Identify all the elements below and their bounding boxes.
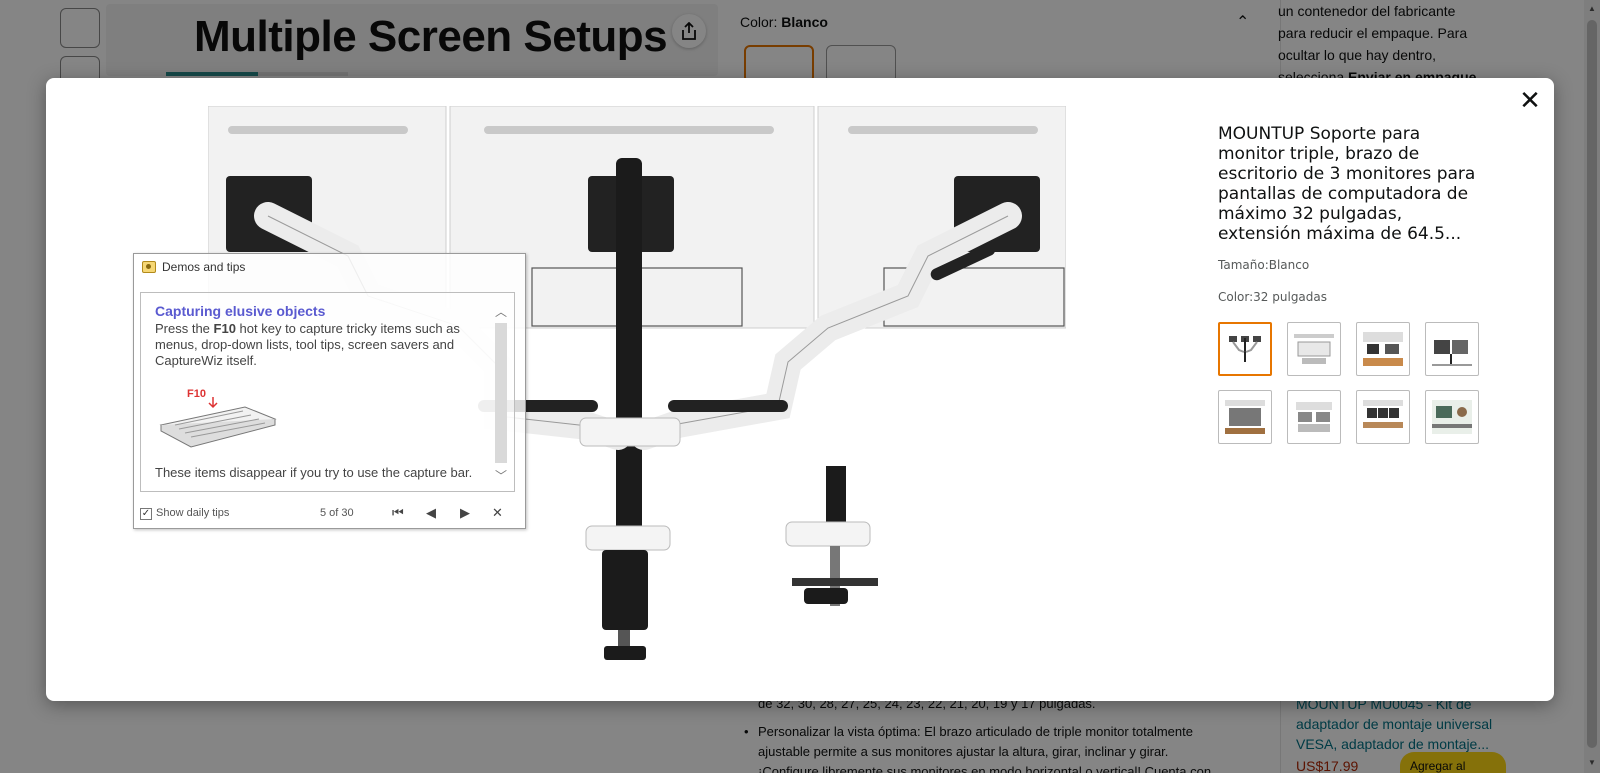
size-value: Blanco <box>1268 258 1310 272</box>
tips-titlebar[interactable]: Demos and tips <box>134 254 525 280</box>
chevron-down-icon[interactable]: ﹀ <box>495 467 507 484</box>
close-icon[interactable]: ✕ <box>492 505 503 521</box>
thumbnail-desk-scene[interactable] <box>1425 322 1479 376</box>
size-label: Tamaño: <box>1218 258 1269 272</box>
camera-icon <box>142 261 156 273</box>
tips-bottom-bar: ✓ Show daily tips 5 of 30 ⏮ ◀ ▶ ✕ <box>140 504 515 524</box>
tips-content: Capturing elusive objects Press the F10 … <box>140 292 515 492</box>
first-tip-icon[interactable]: ⏮ <box>392 505 404 521</box>
size-line: Tamaño:Blanco <box>1218 258 1488 272</box>
keyboard-icon: F10 <box>159 388 277 448</box>
arm-diagram-icon <box>1229 336 1261 362</box>
tip-counter: 5 of 30 <box>320 507 354 519</box>
thumbnail-usage-scene[interactable] <box>1356 322 1410 376</box>
desk-scene-icon <box>1432 340 1472 366</box>
tip-text-before: Press the <box>155 321 214 336</box>
office-scene-icon <box>1363 400 1403 428</box>
size-chart-icon <box>1294 334 1334 364</box>
tip-footer: These items disappear if you try to use … <box>155 465 473 480</box>
keyboard-key-label: F10 <box>187 388 206 400</box>
show-daily-label: Show daily tips <box>156 507 230 519</box>
install-1-icon <box>1225 400 1265 434</box>
thumbnail-workspace-scene[interactable] <box>1425 390 1479 444</box>
install-2-icon <box>1296 402 1332 432</box>
scroll-track[interactable] <box>495 323 507 463</box>
product-info-panel: MOUNTUP Soporte para monitor triple, bra… <box>1218 124 1488 444</box>
tips-title: Demos and tips <box>162 260 246 274</box>
thumbnail-office-scene[interactable] <box>1356 390 1410 444</box>
thumbnail-install-2[interactable] <box>1287 390 1341 444</box>
product-title: MOUNTUP Soporte para monitor triple, bra… <box>1218 124 1476 244</box>
thumbnail-install-1[interactable] <box>1218 390 1272 444</box>
show-daily-checkbox[interactable]: ✓ <box>140 508 152 520</box>
thumbnail-arm-diagram[interactable] <box>1218 322 1272 376</box>
thumbnail-grid <box>1218 322 1488 444</box>
next-tip-icon[interactable]: ▶ <box>460 505 470 521</box>
tip-text: Press the F10 hot key to capture tricky … <box>155 321 473 369</box>
close-button[interactable]: ✕ <box>1516 86 1544 114</box>
color-line: Color:32 pulgadas <box>1218 290 1488 304</box>
previous-tip-icon[interactable]: ◀ <box>426 505 436 521</box>
tip-heading: Capturing elusive objects <box>155 303 326 319</box>
tips-scrollbar[interactable]: ︿ ﹀ <box>493 301 511 487</box>
workspace-scene-icon <box>1432 400 1472 434</box>
color-label: Color: <box>1218 290 1254 304</box>
usage-scene-icon <box>1363 332 1403 366</box>
thumbnail-size-chart[interactable] <box>1287 322 1341 376</box>
tip-key: F10 <box>213 321 236 336</box>
demos-and-tips-window: Demos and tips Capturing elusive objects… <box>133 253 526 529</box>
chevron-up-icon[interactable]: ︿ <box>495 303 507 320</box>
color-value: 32 pulgadas <box>1253 290 1328 304</box>
